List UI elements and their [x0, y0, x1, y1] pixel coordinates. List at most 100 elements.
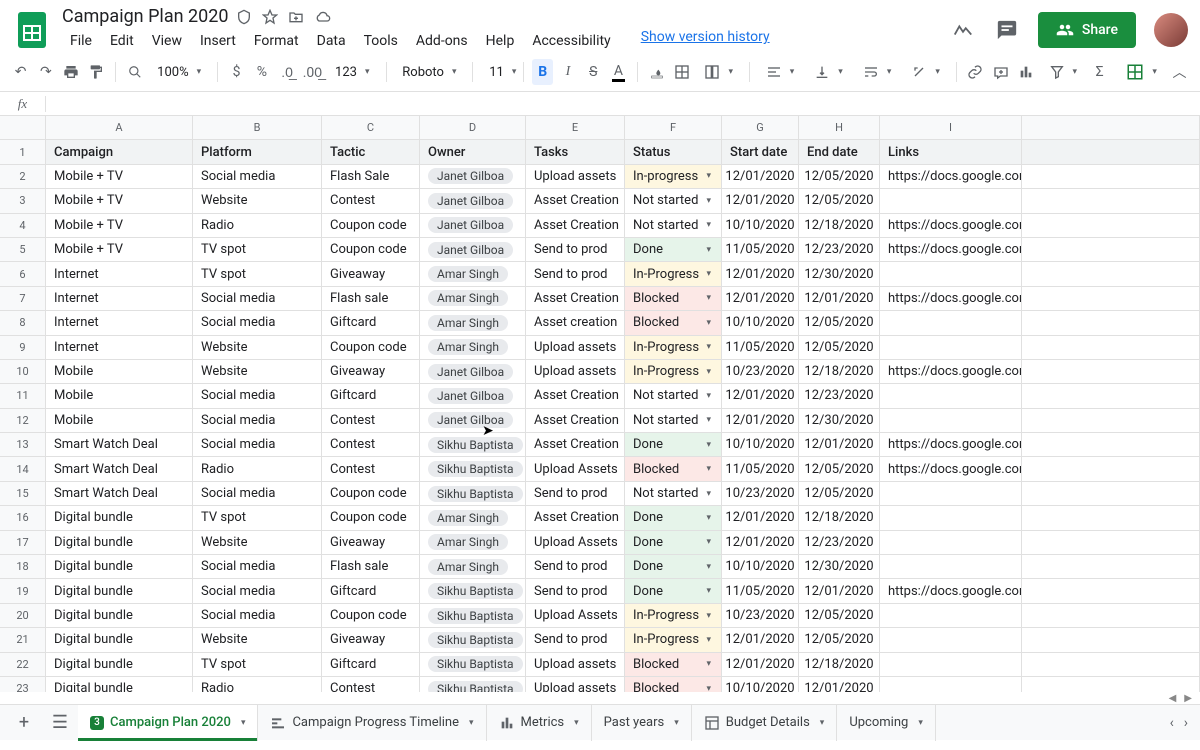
cell-start-date[interactable]: 10/10/2020 — [722, 311, 799, 335]
cell-tasks[interactable]: Send to prod — [526, 238, 625, 262]
cell-end-date[interactable]: 12/05/2020 — [799, 336, 880, 360]
cell-link[interactable] — [880, 409, 1022, 433]
cell-start-date[interactable]: 12/01/2020 — [722, 653, 799, 677]
collapse-toolbar-button[interactable]: ︿ — [1169, 59, 1190, 85]
cell-end-date[interactable]: 12/23/2020 — [799, 238, 880, 262]
cell-end-date[interactable]: 12/18/2020 — [799, 214, 880, 238]
cell-start-date[interactable]: 11/05/2020 — [722, 336, 799, 360]
status-dropdown[interactable]: Done — [633, 535, 713, 550]
cell-status[interactable]: Not started — [625, 409, 722, 433]
owner-chip[interactable]: Janet Gilboa — [428, 193, 513, 209]
cell-tactic[interactable]: Coupon code — [322, 336, 420, 360]
account-avatar[interactable] — [1154, 13, 1188, 47]
owner-chip[interactable]: Janet Gilboa — [428, 168, 513, 184]
cell-tasks[interactable]: Send to prod — [526, 262, 625, 286]
cell-start-date[interactable]: 12/01/2020 — [722, 531, 799, 555]
row-head-20[interactable]: 20 — [0, 604, 46, 628]
cell-platform[interactable]: TV spot — [193, 653, 322, 677]
currency-button[interactable]: $ — [226, 59, 247, 85]
star-icon[interactable] — [262, 9, 278, 25]
cell-tasks[interactable]: Asset Creation — [526, 287, 625, 311]
cell-owner[interactable]: Amar Singh — [420, 336, 526, 360]
cell-link[interactable]: https://docs.google.com/document/d/1Q — [880, 457, 1022, 481]
cell-tasks[interactable]: Send to prod — [526, 482, 625, 506]
cell-end-date[interactable]: 12/05/2020 — [799, 628, 880, 652]
cell-tactic[interactable]: Contest — [322, 409, 420, 433]
cell-platform[interactable]: TV spot — [193, 506, 322, 530]
row-head-21[interactable]: 21 — [0, 628, 46, 652]
status-dropdown[interactable]: Blocked — [633, 462, 713, 477]
cell-tasks[interactable]: Upload Assets — [526, 604, 625, 628]
cell-extra[interactable] — [1022, 165, 1200, 189]
cell-start-date[interactable]: 12/01/2020 — [722, 384, 799, 408]
scroll-right-icon[interactable]: ▶ — [1180, 693, 1196, 704]
cell-end-date[interactable]: 12/30/2020 — [799, 555, 880, 579]
cell-tactic[interactable]: Giftcard — [322, 579, 420, 603]
status-dropdown[interactable]: Blocked — [633, 315, 713, 330]
cell-extra[interactable] — [1022, 628, 1200, 652]
status-dropdown[interactable]: Done — [633, 559, 713, 574]
italic-button[interactable]: I — [557, 59, 578, 85]
cell-extra[interactable] — [1022, 238, 1200, 262]
status-dropdown[interactable]: Not started — [633, 218, 713, 233]
row-head-14[interactable]: 14 — [0, 457, 46, 481]
cell-campaign[interactable]: Digital bundle — [46, 653, 193, 677]
row-head-11[interactable]: 11 — [0, 384, 46, 408]
cell-status[interactable]: Done — [625, 433, 722, 457]
row-head-17[interactable]: 17 — [0, 531, 46, 555]
filter-button[interactable] — [1041, 59, 1086, 85]
rotate-button[interactable] — [903, 59, 948, 85]
cell-extra[interactable] — [1022, 262, 1200, 286]
all-sheets-button[interactable]: ☰ — [42, 705, 78, 741]
owner-chip[interactable]: Sikhu Baptista — [428, 681, 523, 692]
scroll-left-icon[interactable]: ◀ — [1165, 693, 1181, 704]
status-dropdown[interactable]: Not started — [633, 413, 713, 428]
cell-tactic[interactable]: Giveaway — [322, 360, 420, 384]
cell-extra[interactable] — [1022, 653, 1200, 677]
cell-tactic[interactable]: Flash Sale — [322, 165, 420, 189]
menu-data[interactable]: Data — [309, 29, 354, 53]
row-head-2[interactable]: 2 — [0, 165, 46, 189]
cell-owner[interactable]: Amar Singh — [420, 287, 526, 311]
cell-platform[interactable]: Social media — [193, 482, 322, 506]
cell-extra[interactable] — [1022, 311, 1200, 335]
cell-platform[interactable]: Website — [193, 189, 322, 213]
row-head-18[interactable]: 18 — [0, 555, 46, 579]
cell-campaign[interactable]: Mobile + TV — [46, 238, 193, 262]
percent-button[interactable]: % — [251, 59, 272, 85]
tab-scroll-right[interactable]: › — [1184, 715, 1188, 731]
borders-button[interactable] — [671, 59, 692, 85]
tab-scroll-left[interactable]: ‹ — [1170, 715, 1174, 731]
menu-file[interactable]: File — [62, 29, 100, 53]
cell-platform[interactable]: Social media — [193, 311, 322, 335]
cell-campaign[interactable]: Internet — [46, 311, 193, 335]
bold-button[interactable]: B — [532, 59, 553, 85]
row-head-23[interactable]: 23 — [0, 677, 46, 692]
status-dropdown[interactable]: In-Progress — [633, 608, 713, 623]
cell-campaign[interactable]: Digital bundle — [46, 555, 193, 579]
owner-chip[interactable]: Amar Singh — [428, 559, 508, 575]
owner-chip[interactable]: Sikhu Baptista — [428, 632, 523, 648]
owner-chip[interactable]: Sikhu Baptista — [428, 437, 523, 453]
cell-platform[interactable]: Social media — [193, 165, 322, 189]
cell-platform[interactable]: Radio — [193, 677, 322, 692]
cell-end-date[interactable]: 12/18/2020 — [799, 506, 880, 530]
cell-platform[interactable]: Social media — [193, 433, 322, 457]
cell-tasks[interactable]: Upload assets — [526, 653, 625, 677]
paint-format-button[interactable] — [86, 59, 107, 85]
cell-owner[interactable]: Janet Gilboa — [420, 409, 526, 433]
cell-campaign[interactable]: Digital bundle — [46, 628, 193, 652]
cell-owner[interactable]: Amar Singh — [420, 531, 526, 555]
owner-chip[interactable]: Amar Singh — [428, 290, 508, 306]
security-icon[interactable] — [236, 9, 252, 25]
cell-status[interactable]: In-Progress — [625, 336, 722, 360]
cell-tasks[interactable]: Asset creation — [526, 311, 625, 335]
corner-cell[interactable] — [0, 116, 46, 140]
cell-owner[interactable]: Janet Gilboa — [420, 214, 526, 238]
sheet-tab[interactable]: Upcoming — [837, 705, 936, 741]
status-dropdown[interactable]: Done — [633, 510, 713, 525]
cell-owner[interactable]: Sikhu Baptista — [420, 653, 526, 677]
cell-start-date[interactable]: 12/01/2020 — [722, 287, 799, 311]
row-head-1[interactable]: 1 — [0, 140, 46, 164]
status-dropdown[interactable]: In-Progress — [633, 267, 713, 282]
